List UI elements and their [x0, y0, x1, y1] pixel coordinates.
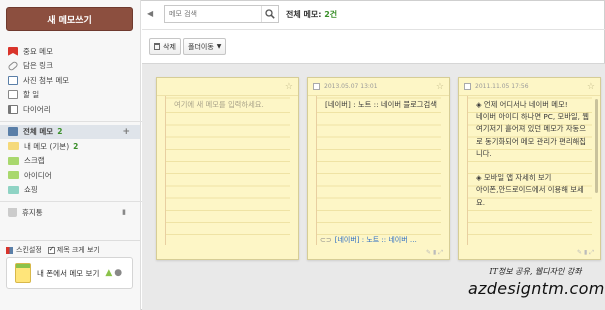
delete-label: 삭제	[163, 42, 176, 51]
todo-icon	[8, 90, 18, 100]
sidebar-nav: 중요 메모 담은 링크 사진 첨부 메모 할 일 다이어리 전체 메모 2 + …	[0, 44, 144, 220]
folder-label: 아이디어	[24, 170, 52, 180]
memo-link[interactable]: ⊂⊃ [네이버] : 노트 :: 네이버 …	[320, 235, 417, 245]
memo-card-header: ☆	[157, 78, 298, 96]
skin-settings-link[interactable]: 스킨설정	[16, 245, 42, 255]
empty-trash-icon[interactable]: ▮	[122, 208, 126, 216]
title-large-label: 제목 크게 보기	[56, 246, 100, 254]
watermark: IT정보 공유, 웹디자인 강좌 azdesigntm.com	[468, 266, 605, 298]
search-box	[164, 5, 279, 23]
sidebar-item-label: 다이어리	[23, 104, 51, 114]
memo-app-icon	[15, 263, 31, 283]
all-memo-icon	[8, 127, 18, 137]
sidebar-item-label: 사진 첨부 메모	[23, 75, 70, 85]
sidebar-folder-my-memo[interactable]: 내 메모 (기본) 2	[8, 139, 136, 154]
sidebar-folder-idea[interactable]: 아이디어	[8, 168, 136, 183]
title-large-checkbox[interactable]	[47, 245, 55, 254]
new-memo-button[interactable]: 새 메모쓰기	[6, 7, 133, 31]
sidebar-folder-scrap[interactable]: 스크랩	[8, 154, 136, 169]
memo-select-checkbox[interactable]	[464, 83, 471, 90]
sidebar-item-label: 휴지통	[22, 207, 43, 217]
memo-date: 2013.05.07 13:01	[324, 83, 378, 90]
palette-icon	[6, 246, 13, 254]
memo-card-body[interactable]: 여기에 새 메모를 입력하세요.	[165, 96, 290, 245]
trash-icon	[154, 43, 160, 50]
plus-icon[interactable]: +	[122, 127, 130, 137]
move-folder-label: 폴더이동	[188, 42, 214, 51]
folder-icon	[8, 185, 19, 194]
sidebar-item-trash[interactable]: 휴지통 ▮	[8, 205, 136, 220]
sidebar-item-label: 중요 메모	[23, 46, 53, 56]
folder-count: 2	[73, 141, 79, 151]
chevron-down-icon: ▼	[216, 43, 222, 50]
divider	[0, 120, 144, 122]
sidebar-item-diary[interactable]: 다이어리	[8, 102, 136, 117]
star-icon[interactable]: ☆	[285, 82, 293, 92]
memo-select-checkbox[interactable]	[313, 83, 320, 90]
memo-card-header: 2013.05.07 13:01 ☆	[308, 78, 449, 96]
memo-count: 2	[57, 127, 63, 137]
memo-line	[476, 160, 592, 172]
memo-link-text: [네이버] : 노트 :: 네이버 …	[334, 236, 417, 244]
scrollbar[interactable]	[595, 99, 598, 193]
sidebar-item-todo[interactable]: 할 일	[8, 88, 136, 103]
sidebar-item-links[interactable]: 담은 링크	[7, 59, 136, 74]
android-icon: ▲	[105, 268, 113, 278]
diary-icon	[8, 104, 18, 114]
memo-card[interactable]: 2013.05.07 13:01 ☆ [네이버] : 노트 :: 네이버 블로그…	[307, 77, 450, 260]
memo-line: 네이버 아이디 하나면 PC, 모바일, 웹 여기저기 흩어져 있던 메모가 자…	[476, 112, 590, 158]
important-icon	[8, 46, 18, 56]
sidebar-item-all-memo[interactable]: 전체 메모 2 +	[0, 124, 140, 139]
divider	[0, 201, 144, 202]
sidebar-item-label: 담은 링크	[23, 61, 53, 71]
trash-icon	[8, 207, 17, 217]
sidebar-folder-shopping[interactable]: 쇼핑	[8, 183, 136, 198]
folder-icon	[8, 171, 19, 180]
total-count: 2건	[324, 10, 338, 19]
folder-icon	[8, 156, 19, 165]
watermark-site: azdesigntm.com	[468, 279, 605, 298]
search-icon	[265, 9, 275, 19]
memo-content: [네이버] : 노트 :: 네이버 블로그검색	[325, 100, 437, 109]
folder-label: 내 메모 (기본)	[24, 141, 70, 151]
collapse-sidebar-icon[interactable]: ◀	[147, 9, 153, 18]
total-memo-count: 전체 메모: 2건	[286, 9, 337, 20]
view-on-phone-label: 내 폰에서 메모 보기	[37, 268, 100, 278]
sidebar-item-label: 할 일	[23, 90, 40, 100]
memo-line: 아이폰,안드로이드에서 이용해 보세요.	[476, 185, 584, 207]
view-on-phone-button[interactable]: 내 폰에서 메모 보기 ▲ ●	[6, 257, 133, 289]
link-icon	[7, 60, 19, 72]
memo-card-body[interactable]: ◈ 언제 어디서나 네이버 메모! 네이버 아이디 하나면 PC, 모바일, 웹…	[467, 96, 592, 245]
star-icon[interactable]: ☆	[587, 82, 595, 92]
sidebar: 새 메모쓰기 중요 메모 담은 링크 사진 첨부 메모 할 일 다이어리 전체 …	[0, 0, 144, 310]
memo-line: ◈ 언제 어디서나 네이버 메모!	[476, 100, 568, 109]
new-memo-placeholder: 여기에 새 메모를 입력하세요.	[174, 100, 264, 109]
move-folder-button[interactable]: 폴더이동 ▼	[183, 38, 227, 55]
memo-card-body[interactable]: [네이버] : 노트 :: 네이버 블로그검색	[316, 96, 441, 245]
memo-line: ◈ 모바일 앱 자세히 보기	[476, 173, 552, 183]
folder-label: 쇼핑	[24, 185, 38, 195]
search-button[interactable]	[261, 6, 278, 22]
star-icon[interactable]: ☆	[436, 82, 444, 92]
total-label: 전체 메모:	[286, 10, 322, 19]
search-input[interactable]	[165, 6, 261, 22]
memo-card[interactable]: 2011.11.05 17:56 ☆ ◈ 언제 어디서나 네이버 메모! 네이버…	[458, 77, 601, 260]
photo-icon	[8, 75, 18, 85]
memo-card-actions[interactable]: ✎ ▮ ⤢	[426, 249, 443, 257]
sidebar-item-photo[interactable]: 사진 첨부 메모	[8, 73, 136, 88]
memo-card-actions[interactable]: ✎ ▮ ⤢	[577, 249, 594, 257]
apple-icon: ●	[114, 268, 123, 278]
folder-label: 스크랩	[24, 156, 45, 166]
sidebar-item-label: 전체 메모	[23, 127, 54, 137]
watermark-tagline: IT정보 공유, 웹디자인 강좌	[489, 267, 582, 276]
divider	[142, 29, 605, 30]
folder-icon	[8, 142, 19, 151]
memo-card-new[interactable]: ☆ 여기에 새 메모를 입력하세요.	[156, 77, 299, 260]
memo-date: 2011.11.05 17:56	[475, 83, 529, 90]
delete-button[interactable]: 삭제	[149, 38, 181, 55]
memo-card-header: 2011.11.05 17:56 ☆	[459, 78, 600, 96]
link-icon: ⊂⊃	[320, 236, 332, 244]
sidebar-item-important[interactable]: 중요 메모	[8, 44, 136, 59]
